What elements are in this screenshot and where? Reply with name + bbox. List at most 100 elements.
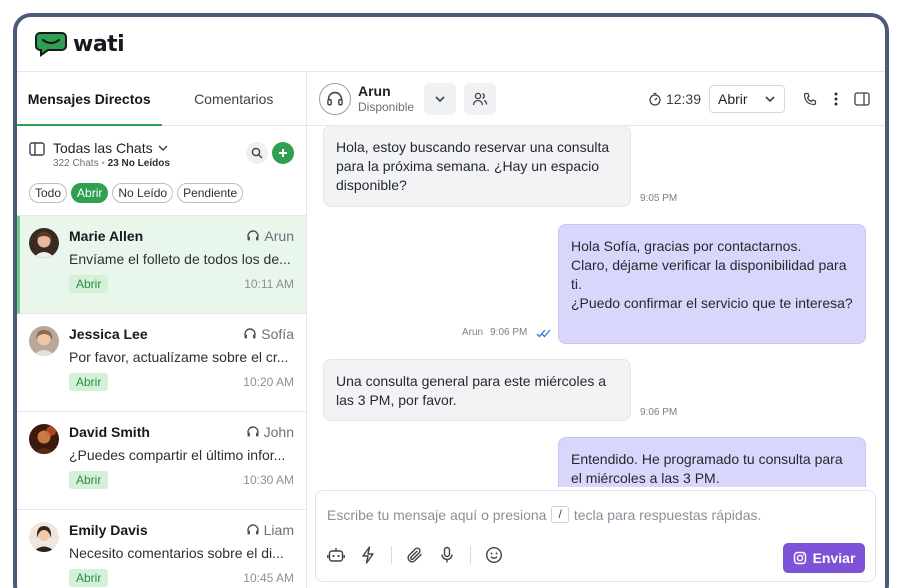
message-time: 9:05 PM [640, 193, 678, 204]
assign-team-button[interactable] [464, 82, 497, 115]
message-time: 10:11 AM [244, 277, 294, 291]
tab-direct-messages[interactable]: Mensajes Directos [17, 72, 162, 126]
assigned-agent: Sofía [243, 326, 294, 342]
chip-pendiente[interactable]: Pendiente [177, 183, 244, 203]
double-check-icon [536, 329, 551, 337]
chat-list-item[interactable]: Emily Davis Liam Necesito comentarios so… [17, 510, 306, 588]
plus-icon [279, 149, 287, 157]
toolbar-divider [470, 546, 471, 564]
agent-avatar [319, 82, 351, 115]
message-text: Entendido. He programado tu consulta par… [571, 451, 843, 486]
conversation-agent-name: Arun [358, 83, 391, 99]
status-badge: Abrir [69, 471, 109, 489]
chip-abrir[interactable]: Abrir [71, 183, 109, 203]
session-timer: 12:39 [648, 91, 701, 107]
voice-message-button[interactable] [438, 546, 456, 564]
emoji-button[interactable] [485, 546, 503, 564]
outgoing-meta: Arun 9:06 PM [462, 327, 552, 338]
timer-value: 12:39 [665, 91, 701, 107]
microphone-icon [441, 546, 453, 563]
tab-comments[interactable]: Comentarios [162, 72, 307, 125]
message-line: Claro, déjame verificar la disponibilida… [571, 257, 847, 292]
incoming-message: Una consulta general para este miércoles… [323, 359, 631, 421]
message-thread: Hola, estoy buscando reservar una consul… [307, 126, 885, 487]
conversation-status-select[interactable]: Abrir [709, 85, 785, 113]
app-window: wati Mensajes Directos Comentarios Todas… [13, 13, 889, 588]
bot-button[interactable] [327, 546, 345, 564]
message-composer[interactable]: Escribe tu mensaje aquí o presiona / tec… [315, 490, 876, 582]
conversation-panel: Arun Disponible 12:39 Abrir Hola, estoy … [307, 72, 885, 588]
message-time: 9:06 PM [640, 407, 678, 418]
headset-icon [327, 91, 343, 105]
incoming-message: Hola, estoy buscando reservar una consul… [323, 126, 631, 207]
quick-replies-button[interactable] [359, 546, 377, 564]
lightning-icon [362, 546, 374, 564]
agent-dropdown-button[interactable] [424, 82, 457, 115]
search-icon [251, 147, 263, 159]
instagram-icon [793, 551, 806, 565]
sidebar-toggle-icon[interactable] [29, 142, 45, 156]
tabs: Mensajes Directos Comentarios [17, 72, 306, 126]
outgoing-message: Hola Sofía, gracias por contactarnos. Cl… [558, 224, 866, 344]
outgoing-message: Entendido. He programado tu consulta par… [558, 437, 866, 487]
chat-list-item[interactable]: Marie Allen Arun Envíame el folleto de t… [17, 216, 306, 314]
chat-list-item[interactable]: Jessica Lee Sofía Por favor, actualízame… [17, 314, 306, 412]
chat-filter-title: Todas las Chats [53, 140, 153, 156]
assigned-agent: John [246, 424, 294, 440]
new-chat-button[interactable] [272, 142, 294, 164]
top-bar: wati [17, 17, 885, 72]
last-message: Envíame el folleto de todos los de... [69, 251, 291, 267]
status-filter-chips: Todo Abrir No Leído Pendiente [29, 183, 294, 203]
smiley-icon [485, 546, 503, 564]
message-line: ¿Puedo confirmar el servicio que te inte… [571, 295, 853, 311]
assigned-agent: Arun [246, 228, 294, 244]
sender-name: Arun [462, 327, 484, 338]
status-badge: Abrir [69, 373, 109, 391]
headset-icon [247, 230, 260, 241]
toggle-details-panel-button[interactable] [853, 90, 871, 108]
timer-icon [649, 92, 661, 106]
composer-toolbar [327, 546, 503, 564]
logo-text: wati [73, 31, 125, 57]
send-label: Enviar [812, 550, 856, 566]
avatar [29, 326, 59, 356]
chevron-down-icon [158, 145, 168, 152]
chat-filter-header: Todas las Chats 322 Chats • 23 No Leídos [17, 126, 306, 216]
composer-input[interactable]: Escribe tu mensaje aquí o presiona / tec… [327, 506, 761, 523]
paperclip-icon [407, 547, 422, 563]
chat-counts: 322 Chats • 23 No Leídos [53, 158, 170, 169]
send-button[interactable]: Enviar [783, 543, 865, 573]
search-button[interactable] [246, 142, 268, 164]
chip-todo[interactable]: Todo [29, 183, 68, 203]
message-time: 9:06 PM [490, 327, 528, 338]
chat-list-panel: Mensajes Directos Comentarios Todas las … [17, 72, 307, 588]
message-time: 10:45 AM [243, 571, 294, 585]
panel-right-icon [854, 92, 870, 106]
chip-no-leido[interactable]: No Leído [112, 183, 174, 203]
chevron-down-icon [765, 96, 775, 103]
headset-icon [246, 426, 259, 437]
agent-name: John [263, 424, 294, 440]
agent-name: Liam [263, 522, 294, 538]
chat-list-item[interactable]: David Smith John ¿Puedes compartir el úl… [17, 412, 306, 510]
call-button[interactable] [801, 90, 819, 108]
status-select-value: Abrir [718, 91, 748, 107]
attach-button[interactable] [406, 546, 424, 564]
unread-count: 23 No Leídos [107, 158, 170, 169]
wati-logo[interactable]: wati [35, 31, 125, 57]
headset-icon [246, 524, 259, 535]
last-message: Necesito comentarios sobre el di... [69, 545, 284, 561]
users-icon [472, 92, 488, 105]
chat-filter-dropdown[interactable]: Todas las Chats [53, 140, 170, 156]
toolbar-divider [391, 546, 392, 564]
agent-name: Arun [264, 228, 294, 244]
wati-chat-bubble-icon [35, 32, 67, 57]
placeholder-text: tecla para respuestas rápidas. [573, 506, 762, 523]
last-message: Por favor, actualízame sobre el cr... [69, 349, 289, 365]
conversation-header: Arun Disponible 12:39 Abrir [307, 72, 885, 126]
more-options-button[interactable] [827, 90, 845, 108]
avatar [29, 522, 59, 552]
message-line: Hola Sofía, gracias por contactarnos. [571, 238, 802, 254]
status-badge: Abrir [69, 275, 109, 293]
phone-icon [803, 92, 817, 106]
